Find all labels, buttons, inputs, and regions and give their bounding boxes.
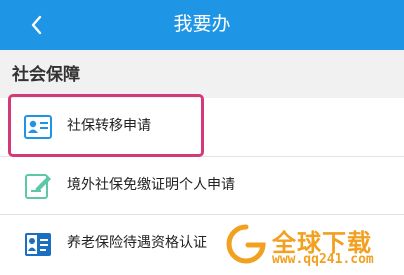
page-title: 我要办	[173, 13, 231, 35]
section-header: 社会保障	[0, 50, 404, 98]
edit-document-icon	[25, 174, 51, 199]
app-header: 我要办	[0, 0, 404, 50]
list-item-overseas-exemption[interactable]: 境外社保免缴证明个人申请	[0, 157, 404, 214]
section-title: 社会保障	[12, 65, 80, 85]
watermark-logo-icon	[226, 224, 266, 264]
person-card-icon	[25, 233, 51, 256]
highlight-box	[8, 94, 204, 157]
item-label: 养老保险待遇资格认证	[67, 235, 207, 251]
watermark-url: www.qq241.com	[272, 252, 374, 267]
item-label: 境外社保免缴证明个人申请	[67, 177, 235, 193]
